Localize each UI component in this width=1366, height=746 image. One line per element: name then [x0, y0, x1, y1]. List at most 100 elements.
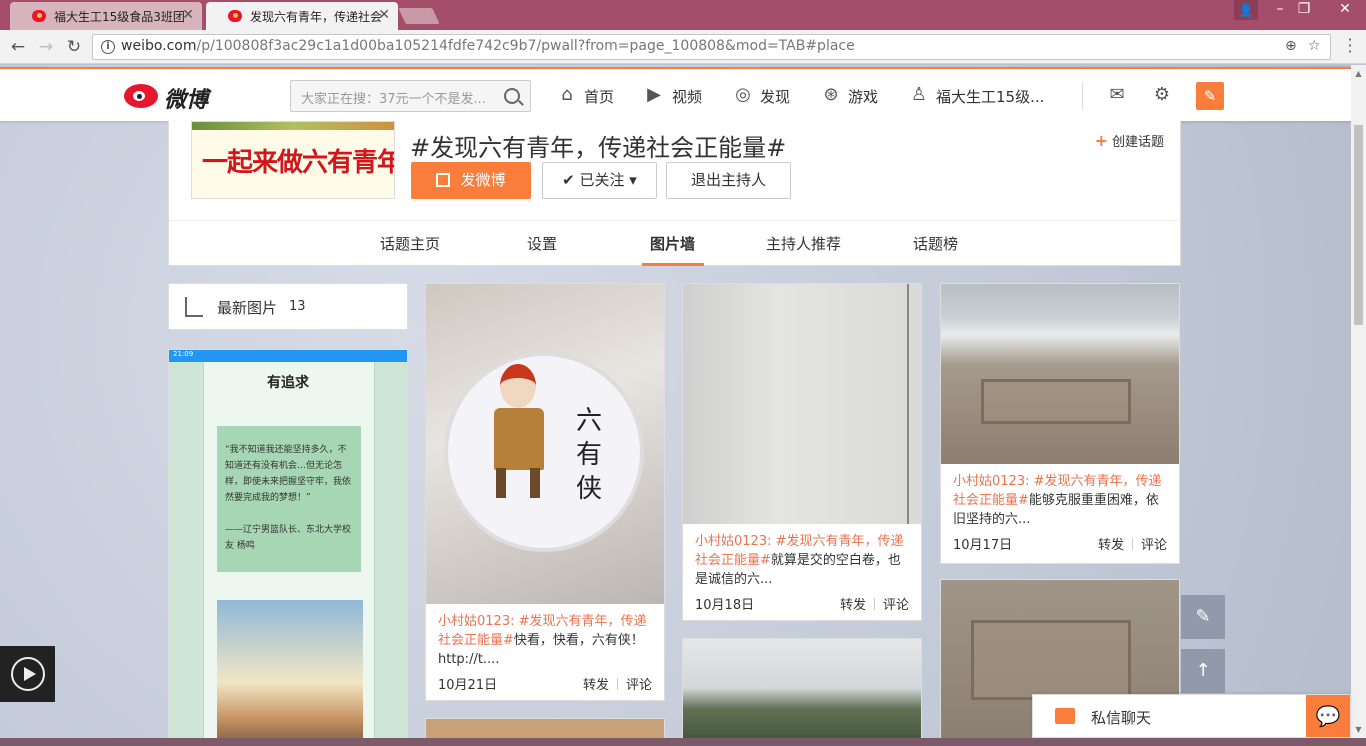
profile-icon[interactable]: 👤	[1234, 0, 1258, 20]
photo-phone-screenshot[interactable]: 21:09 有追求 “我不知道我还能坚持多久，不知道还有没有机会…但无论怎样，即…	[168, 349, 408, 738]
page-title: #发现六有青年，传递社会正能量#	[410, 134, 787, 162]
scroll-down-arrow-icon[interactable]: ▼	[1354, 725, 1363, 734]
forward-icon[interactable]: →	[34, 35, 58, 59]
repost-link[interactable]: 转发	[583, 678, 609, 693]
close-tab-icon[interactable]: ✕	[378, 7, 390, 23]
photo-card[interactable]	[425, 718, 665, 738]
video-icon[interactable]: ▶	[643, 84, 665, 106]
media-play-button[interactable]	[0, 646, 55, 702]
nav-video[interactable]: 视频	[672, 86, 702, 107]
plus-icon: +	[1094, 131, 1108, 150]
quit-host-button[interactable]: 退出主持人	[666, 162, 791, 199]
float-compose-button[interactable]: ✎	[1181, 595, 1225, 639]
tab-photo-wall[interactable]: 图片墙	[650, 233, 695, 254]
photo-card[interactable]: 小村姑0123: #发现六有青年，传递社会正能量#能够克服重重困难，依旧坚持的六…	[940, 283, 1180, 564]
sandcastle-shape	[981, 379, 1131, 424]
tab-host-recommend[interactable]: 主持人推荐	[766, 233, 841, 254]
photo-card[interactable]	[682, 638, 922, 738]
card-actions: 转发 评论	[1098, 534, 1167, 553]
post-weibo-button[interactable]: 发微博	[411, 162, 531, 199]
phone-status-bar: 21:09	[169, 350, 407, 362]
card-actions: 转发 评论	[840, 594, 909, 613]
tab-title: 福大生工15级食品3班团	[54, 10, 185, 24]
badge-text: 六有侠	[576, 406, 603, 504]
bookmark-star-icon[interactable]: ☆	[1308, 38, 1321, 54]
nav-discover[interactable]: 发现	[760, 86, 790, 107]
photo-badge[interactable]: 六有侠	[426, 284, 664, 604]
browser-toolbar: ← → ↻ i weibo.com/p/100808f3ac29c1a1d00b…	[0, 30, 1366, 64]
address-bar[interactable]: i weibo.com/p/100808f3ac29c1a1d00ba10521…	[92, 34, 1331, 60]
tab-topic-ranking[interactable]: 话题榜	[913, 233, 958, 254]
url-text[interactable]: weibo.com/p/100808f3ac29c1a1d00ba105214f…	[121, 38, 855, 54]
caret-down-icon: ▾	[624, 171, 637, 189]
photo-blank-paper[interactable]	[683, 284, 921, 524]
logo-text: 微博	[164, 88, 209, 113]
photo-hill[interactable]	[683, 639, 921, 738]
reload-icon[interactable]: ↻	[62, 35, 86, 59]
browser-menu-icon[interactable]: · · ·	[1342, 32, 1358, 60]
info-icon[interactable]: i	[101, 40, 115, 54]
scroll-up-arrow-icon[interactable]: ▲	[1354, 69, 1363, 78]
chat-bubble-icon[interactable]: 💬	[1306, 695, 1350, 737]
create-topic-link[interactable]: + 创建话题	[1095, 131, 1164, 150]
photo-card[interactable]: 小村姑0123: #发现六有青年，传递社会正能量#就算是交的空白卷，也是诚信的六…	[682, 283, 922, 621]
follow-button[interactable]: ✔ 已关注 ▾	[542, 162, 657, 199]
repost-link[interactable]: 转发	[1098, 538, 1124, 553]
weibo-favicon-icon	[228, 10, 242, 22]
close-window-icon[interactable]: ✕	[1324, 0, 1366, 20]
card-date: 10月18日	[695, 598, 755, 613]
new-tab-button[interactable]	[398, 8, 440, 24]
search-input[interactable]: 大家正在搜：37元一个不是发...	[290, 80, 531, 112]
weibo-logo[interactable]: 微博	[124, 81, 216, 113]
topic-cover-image: 一起来做六有青年吧！	[191, 121, 395, 199]
nav-divider	[1082, 82, 1083, 110]
comment-link[interactable]: 评论	[626, 678, 652, 693]
search-placeholder: 大家正在搜：37元一个不是发...	[301, 92, 486, 107]
comment-link[interactable]: 评论	[1141, 538, 1167, 553]
nav-user[interactable]: 福大生工15级...	[936, 86, 1044, 107]
os-taskbar	[0, 738, 1366, 746]
phone-quote: “我不知道我还能坚持多久，不知道还有没有机会…但无论怎样，即使未来把握坚守牢，我…	[217, 426, 361, 572]
close-tab-icon[interactable]: ✕	[182, 7, 194, 23]
back-icon[interactable]: ←	[6, 35, 30, 59]
mail-icon[interactable]: ✉	[1106, 84, 1128, 106]
photo-sandcastle-beach[interactable]	[941, 284, 1179, 464]
tab-title: 发现六有青年，传递社会	[250, 10, 383, 24]
edit-icon: ✎	[1195, 606, 1211, 627]
browser-tab-1[interactable]: 福大生工15级食品3班团 ✕	[10, 2, 202, 30]
latest-count: 13	[289, 299, 306, 314]
scroll-thumb[interactable]	[1354, 125, 1363, 325]
card-text: 小村姑0123: #发现六有青年，传递社会正能量#就算是交的空白卷，也是诚信的六…	[695, 534, 904, 587]
compass-icon[interactable]: ◎	[732, 84, 754, 106]
tab-settings[interactable]: 设置	[527, 233, 557, 254]
home-icon[interactable]: ⌂	[556, 84, 578, 106]
restore-icon[interactable]: ❐	[1290, 0, 1318, 20]
comment-link[interactable]: 评论	[883, 598, 909, 613]
user-icon[interactable]: ♙	[908, 84, 930, 106]
search-icon[interactable]	[504, 88, 520, 104]
gear-icon[interactable]: ⚙	[1151, 84, 1173, 106]
nav-home[interactable]: 首页	[584, 86, 614, 107]
active-tab-indicator	[642, 263, 704, 266]
private-chat-bar[interactable]: 私信聊天 💬	[1032, 694, 1351, 738]
latest-images-header[interactable]: 最新图片 13	[168, 283, 408, 330]
topic-header: 一起来做六有青年吧！ #发现六有青年，传递社会正能量# +创建话题 发微博 ✔ …	[168, 121, 1181, 266]
play-icon	[11, 657, 45, 691]
new-image-icon	[185, 297, 203, 317]
nav-game[interactable]: 游戏	[848, 86, 878, 107]
repost-link[interactable]: 转发	[840, 598, 866, 613]
tab-topic-home[interactable]: 话题主页	[380, 233, 440, 254]
compose-icon[interactable]: ✎	[1196, 82, 1224, 110]
card-text: 小村姑0123: #发现六有青年，传递社会正能量#能够克服重重困难，依旧坚持的六…	[953, 474, 1162, 527]
phone-sky-photo	[217, 600, 363, 738]
latest-label: 最新图片	[217, 299, 278, 317]
gamepad-icon[interactable]: ⊛	[820, 84, 842, 106]
paper-binding-line	[907, 284, 909, 524]
browser-tab-bar: 福大生工15级食品3班团 ✕ 发现六有青年，传递社会 ✕ 👤 – ❐ ✕	[0, 0, 1366, 30]
zoom-icon[interactable]: ⊕	[1285, 38, 1297, 54]
browser-tab-2[interactable]: 发现六有青年，传递社会 ✕	[206, 2, 398, 30]
back-to-top-button[interactable]: ↑	[1181, 649, 1225, 693]
envelope-icon	[1055, 708, 1075, 724]
photo-card[interactable]: 六有侠 小村姑0123: #发现六有青年，传递社会正能量#快看，快看，六有侠！h…	[425, 283, 665, 701]
page-scrollbar[interactable]: ▲ ▼	[1351, 65, 1366, 738]
